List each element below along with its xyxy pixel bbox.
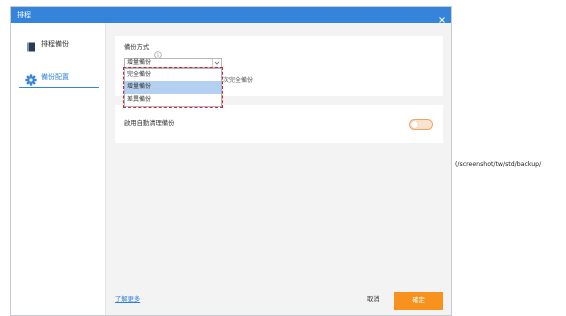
backup-method-card: 備份方式 增量備份 完全備份 增量備份 差異備份 次完全備份 bbox=[115, 36, 443, 108]
sidebar-item-label: 備份配置 bbox=[41, 73, 69, 81]
gear-icon bbox=[25, 71, 37, 86]
auto-cleanup-toggle[interactable] bbox=[409, 119, 433, 130]
option-full-backup[interactable]: 完全備份 bbox=[125, 69, 221, 81]
sidebar-item-backup-config[interactable]: 備份配置 bbox=[11, 69, 106, 86]
backup-method-select[interactable]: 增量備份 bbox=[124, 58, 222, 68]
backup-method-hint: 次完全備份 bbox=[223, 77, 254, 84]
sidebar: 排程備份 備份配置 bbox=[11, 23, 106, 315]
option-differential-backup[interactable]: 差異備份 bbox=[125, 94, 221, 106]
dialog-title: 排程 bbox=[17, 11, 31, 19]
url-path-text: (/screenshot/tw/std/backup/ bbox=[455, 161, 542, 168]
main-panel: 備份方式 增量備份 完全備份 增量備份 差異備份 次完全備份 啟用自動清理備份 … bbox=[106, 23, 451, 315]
chevron-down-icon[interactable] bbox=[212, 59, 221, 67]
option-incremental-backup[interactable]: 增量備份 bbox=[125, 81, 221, 94]
learn-more-link[interactable]: 了解更多 bbox=[115, 296, 140, 304]
book-icon bbox=[25, 38, 37, 52]
backup-method-label: 備份方式 bbox=[124, 44, 150, 51]
schedule-dialog: 排程 排程備份 備份配置 備份方式 增量備份 完全備份 增量備份 差異備份 次完… bbox=[10, 6, 452, 316]
select-value: 增量備份 bbox=[127, 59, 152, 66]
toggle-knob bbox=[411, 121, 418, 128]
auto-cleanup-label: 啟用自動清理備份 bbox=[124, 120, 175, 127]
sidebar-item-label: 排程備份 bbox=[41, 40, 69, 48]
auto-cleanup-card: 啟用自動清理備份 bbox=[115, 105, 443, 143]
sidebar-item-schedule-backup[interactable]: 排程備份 bbox=[11, 36, 106, 52]
confirm-button[interactable]: 確定 bbox=[394, 292, 443, 310]
cancel-button[interactable]: 取消 bbox=[367, 296, 380, 304]
close-icon[interactable] bbox=[437, 10, 447, 23]
backup-method-options: 完全備份 增量備份 差異備份 bbox=[124, 68, 222, 107]
info-icon[interactable] bbox=[154, 44, 162, 59]
title-bar: 排程 bbox=[11, 7, 451, 23]
active-item-underline bbox=[19, 87, 99, 88]
